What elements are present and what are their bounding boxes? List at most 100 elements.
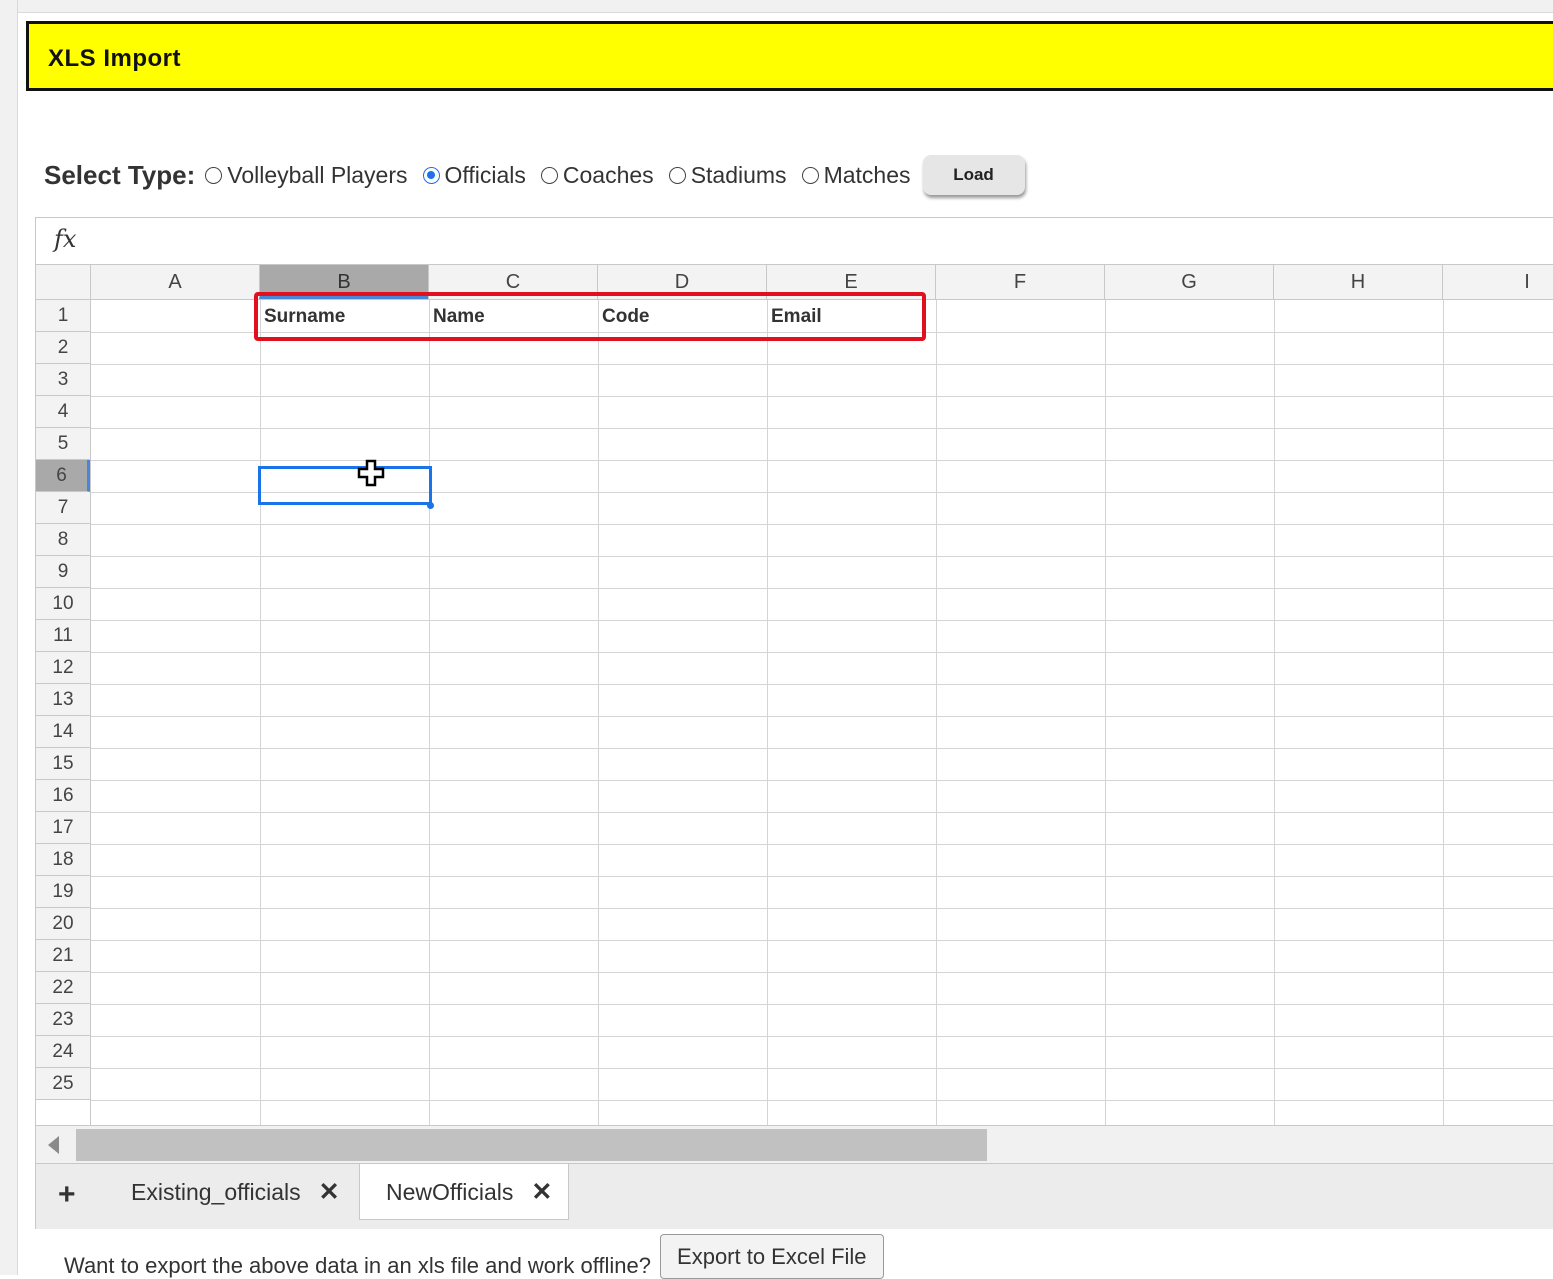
crosshair-cursor-icon [357, 459, 385, 487]
row-header[interactable]: 9 [36, 556, 90, 588]
grid-line [91, 684, 1553, 685]
row-header[interactable]: 25 [36, 1068, 90, 1100]
grid-line [91, 972, 1553, 973]
column-header-i[interactable]: I [1442, 265, 1553, 299]
tab-existing-officials[interactable]: Existing_officials ✕ [131, 1164, 356, 1220]
top-frame-edge [0, 0, 1553, 13]
row-header[interactable]: 2 [36, 332, 90, 364]
type-selector: Select Type: Volleyball Players Official… [44, 152, 1025, 198]
export-prompt-text: Want to export the above data in an xls … [64, 1253, 652, 1278]
scroll-left-arrow-icon[interactable] [48, 1136, 59, 1154]
grid-line [91, 396, 1553, 397]
radio-circle-icon[interactable] [801, 166, 819, 184]
row-header[interactable]: 3 [36, 364, 90, 396]
radio-label[interactable]: Officials [445, 162, 526, 189]
grid-line [598, 300, 599, 1125]
grid-line [91, 716, 1553, 717]
tab-new-officials[interactable]: NewOfficials ✕ [359, 1164, 569, 1220]
radio-circle-icon[interactable] [205, 166, 223, 184]
row-header[interactable]: 8 [36, 524, 90, 556]
grid-line [429, 300, 430, 1125]
grid-line [767, 300, 768, 1125]
row-header[interactable]: 15 [36, 748, 90, 780]
load-button[interactable]: Load [922, 155, 1025, 195]
grid-line [91, 1036, 1553, 1037]
grid-line [91, 940, 1553, 941]
radio-label[interactable]: Volleyball Players [227, 162, 407, 189]
selected-cell-b6[interactable] [258, 466, 432, 505]
add-sheet-icon[interactable]: + [58, 1178, 76, 1212]
row-header[interactable]: 4 [36, 396, 90, 428]
radio-label[interactable]: Matches [824, 162, 911, 189]
close-icon[interactable]: ✕ [319, 1178, 340, 1206]
grid-line [91, 556, 1553, 557]
row-header[interactable]: 7 [36, 492, 90, 524]
export-to-excel-button[interactable]: Export to Excel File [660, 1234, 884, 1279]
row-header[interactable]: 12 [36, 652, 90, 684]
radio-label[interactable]: Stadiums [691, 162, 787, 189]
fx-icon: fx [54, 225, 77, 253]
export-row: Want to export the above data in an xls … [64, 1234, 884, 1279]
row-header[interactable]: 1 [36, 300, 90, 332]
radio-label[interactable]: Coaches [563, 162, 654, 189]
row-header[interactable]: 14 [36, 716, 90, 748]
left-frame-edge [0, 0, 18, 1275]
row-header[interactable]: 21 [36, 940, 90, 972]
grid-line [91, 588, 1553, 589]
cell-grid[interactable]: Surname Name Code Email [90, 300, 1553, 1125]
row-header[interactable]: 10 [36, 588, 90, 620]
row-header[interactable]: 17 [36, 812, 90, 844]
column-header-h[interactable]: H [1273, 265, 1442, 299]
fill-handle[interactable] [427, 502, 434, 509]
radio-officials[interactable]: Officials [422, 162, 526, 189]
column-header-a[interactable]: A [90, 265, 259, 299]
radio-circle-icon[interactable] [422, 166, 440, 184]
grid-line [91, 1004, 1553, 1005]
row-header[interactable]: 13 [36, 684, 90, 716]
tab-label[interactable]: Existing_officials [131, 1179, 301, 1205]
radio-stadiums[interactable]: Stadiums [668, 162, 787, 189]
grid-line [91, 364, 1553, 365]
row-header[interactable]: 19 [36, 876, 90, 908]
tab-label[interactable]: NewOfficials [386, 1179, 513, 1205]
scrollbar-thumb[interactable] [76, 1129, 987, 1161]
grid-line [91, 844, 1553, 845]
grid-line [91, 460, 1553, 461]
row-header[interactable]: 11 [36, 620, 90, 652]
grid-line [936, 300, 937, 1125]
column-header-f[interactable]: F [935, 265, 1104, 299]
radio-volleyball-players[interactable]: Volleyball Players [205, 162, 408, 189]
grid-line [1443, 300, 1444, 1125]
select-type-label: Select Type: [44, 159, 196, 190]
spreadsheet: fx A B C D E F G H I 1 2 3 4 5 6 7 8 9 1… [35, 217, 1553, 1229]
grid-line [1105, 300, 1106, 1125]
row-header[interactable]: 18 [36, 844, 90, 876]
grid-line [91, 748, 1553, 749]
radio-circle-icon[interactable] [540, 166, 558, 184]
grid-line [1274, 300, 1275, 1125]
grid-line [91, 812, 1553, 813]
header-highlight-box [254, 292, 926, 341]
grid-line [260, 300, 261, 1125]
grid-line [91, 876, 1553, 877]
row-header[interactable]: 20 [36, 908, 90, 940]
row-header[interactable]: 16 [36, 780, 90, 812]
grid-line [91, 1100, 1553, 1101]
row-header[interactable]: 23 [36, 1004, 90, 1036]
horizontal-scrollbar[interactable] [36, 1125, 1553, 1163]
row-header[interactable]: 5 [36, 428, 90, 460]
radio-coaches[interactable]: Coaches [540, 162, 654, 189]
column-header-g[interactable]: G [1104, 265, 1273, 299]
row-header[interactable]: 22 [36, 972, 90, 1004]
grid-line [91, 620, 1553, 621]
radio-matches[interactable]: Matches [801, 162, 911, 189]
row-header[interactable]: 6 [36, 460, 90, 492]
formula-bar[interactable]: fx [36, 218, 1553, 265]
sheet-tab-bar: + Existing_officials ✕ NewOfficials ✕ [36, 1163, 1553, 1229]
radio-circle-icon[interactable] [668, 166, 686, 184]
corner-cell[interactable] [36, 265, 90, 299]
close-icon[interactable]: ✕ [531, 1178, 552, 1206]
grid-line [91, 428, 1553, 429]
row-header[interactable]: 24 [36, 1036, 90, 1068]
page-title: XLS Import [48, 45, 182, 72]
